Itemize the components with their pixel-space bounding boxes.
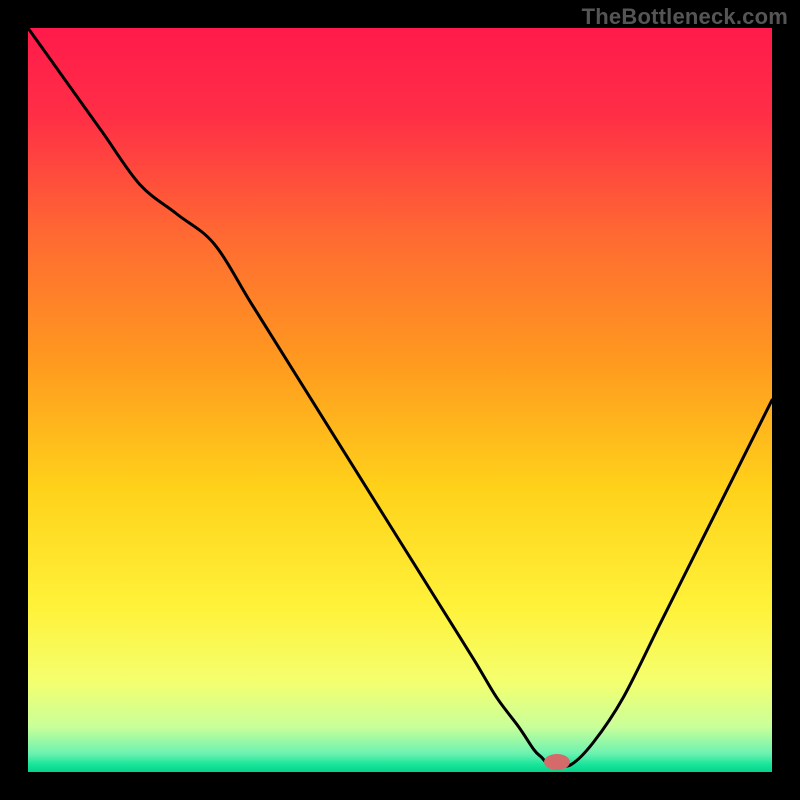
gradient-background — [28, 28, 772, 772]
min-marker — [544, 754, 570, 770]
chart-svg — [28, 28, 772, 772]
plot-area — [28, 28, 772, 772]
chart-frame: TheBottleneck.com — [0, 0, 800, 800]
watermark-text: TheBottleneck.com — [582, 4, 788, 30]
